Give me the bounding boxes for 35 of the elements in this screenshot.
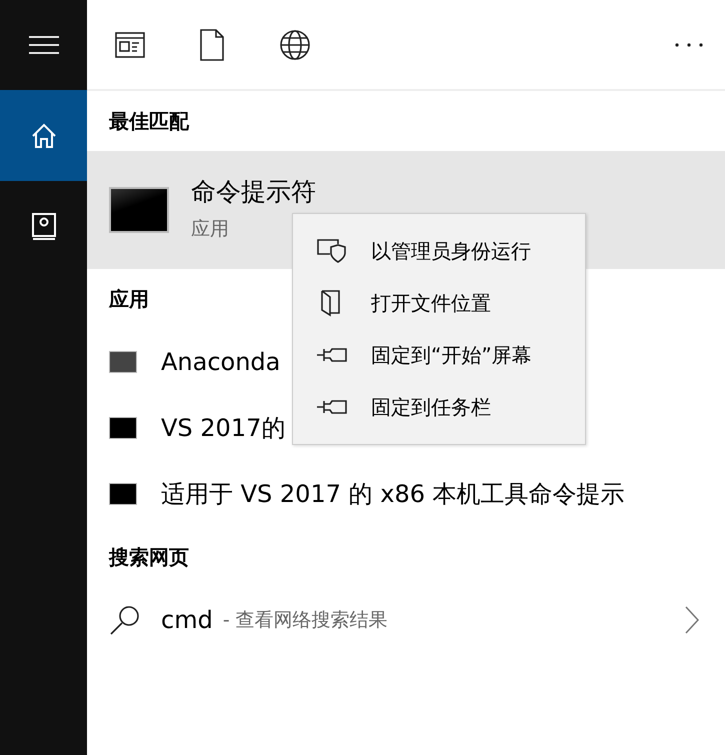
menu-item[interactable]: 固定到任务栏: [293, 381, 585, 433]
console-icon: [109, 351, 137, 373]
app-item[interactable]: 适用于 VS 2017 的 x86 本机工具命令提示: [161, 478, 625, 510]
menu-item-label: 固定到任务栏: [371, 394, 491, 420]
more-icon[interactable]: [675, 42, 703, 46]
document-icon[interactable]: [199, 28, 225, 60]
sidebar-item[interactable]: [0, 90, 87, 181]
console-icon: [109, 187, 169, 233]
app-item[interactable]: VS 2017的: [161, 412, 286, 444]
app-item[interactable]: Anaconda: [161, 348, 280, 376]
section-heading: 最佳匹配: [109, 108, 189, 134]
search-query: cmd: [161, 606, 213, 634]
web-search-item[interactable]: cmd - 查看网络搜索结果: [87, 587, 725, 653]
console-icon: [109, 483, 137, 505]
pin-icon: [316, 347, 348, 363]
app-title: 命令提示符: [191, 176, 316, 208]
shield-icon: [316, 238, 348, 264]
menu-icon: [28, 36, 58, 54]
search-icon: [109, 604, 141, 636]
apps-filter-icon[interactable]: [115, 32, 145, 58]
search-hint: - 查看网络搜索结果: [222, 608, 388, 633]
console-icon: [109, 417, 137, 439]
menu-item[interactable]: 打开文件位置: [293, 277, 585, 329]
notebook-icon: [30, 212, 56, 242]
section-heading: 搜索网页: [109, 544, 189, 570]
section-heading: 应用: [109, 286, 149, 312]
menu-item-label: 以管理员身份运行: [371, 238, 531, 264]
menu-item-label: 固定到“开始”屏幕: [371, 342, 532, 368]
menu-item[interactable]: 固定到“开始”屏幕: [293, 329, 585, 381]
app-type: 应用: [191, 216, 230, 242]
pin-icon: [316, 399, 348, 415]
globe-icon[interactable]: [279, 28, 311, 60]
home-icon: [30, 122, 58, 150]
menu-item-label: 打开文件位置: [371, 290, 491, 316]
chevron-right-icon: [685, 606, 699, 634]
